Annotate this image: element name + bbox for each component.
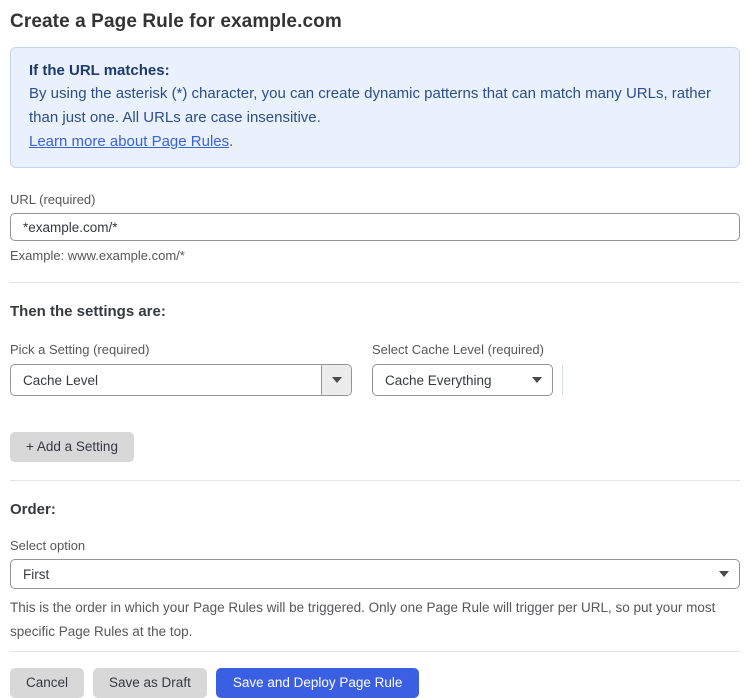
info-box-heading: If the URL matches:: [29, 62, 170, 79]
pick-setting-label: Pick a Setting (required): [10, 342, 150, 357]
divider: [10, 480, 740, 481]
add-setting-button[interactable]: + Add a Setting: [10, 432, 134, 462]
page-rule-form: Create a Page Rule for example.com If th…: [0, 0, 750, 698]
chevron-down-icon: [522, 365, 552, 395]
order-dropdown[interactable]: First: [10, 559, 740, 589]
settings-section-heading: Then the settings are:: [10, 303, 166, 320]
save-as-draft-button[interactable]: Save as Draft: [93, 668, 207, 698]
divider: [10, 282, 740, 283]
learn-more-link[interactable]: Learn more about Page Rules: [29, 133, 229, 150]
cancel-button[interactable]: Cancel: [10, 668, 85, 698]
cache-level-dropdown[interactable]: Cache Everything: [372, 364, 553, 396]
divider: [10, 651, 740, 652]
info-box-link-row: Learn more about Page Rules.: [29, 130, 721, 154]
chevron-down-icon: [709, 560, 739, 588]
save-and-deploy-button[interactable]: Save and Deploy Page Rule: [215, 668, 420, 698]
cache-level-value: Cache Everything: [385, 372, 492, 388]
chevron-down-icon: [331, 377, 342, 383]
url-helper-text: Example: www.example.com/*: [10, 248, 185, 263]
pick-setting-column: Pick a Setting (required) Cache Level: [10, 342, 352, 396]
vertical-divider: [562, 365, 563, 395]
pick-setting-dropdown[interactable]: Cache Level: [10, 364, 352, 396]
cache-level-column: Select Cache Level (required) Cache Ever…: [372, 342, 563, 396]
order-value: First: [23, 566, 50, 582]
settings-row: Pick a Setting (required) Cache Level Se…: [10, 342, 740, 396]
info-box-body: By using the asterisk (*) character, you…: [29, 85, 711, 126]
url-match-info-box: If the URL matches: By using the asteris…: [10, 47, 740, 168]
dropdown-arrow-section[interactable]: [321, 365, 351, 395]
url-input[interactable]: [10, 213, 740, 241]
page-title: Create a Page Rule for example.com: [10, 11, 342, 32]
order-select-label: Select option: [10, 538, 86, 553]
footer-actions: Cancel Save as Draft Save and Deploy Pag…: [10, 668, 740, 698]
url-field-label: URL (required): [10, 192, 96, 207]
cache-level-label: Select Cache Level (required): [372, 342, 544, 357]
order-section-heading: Order:: [10, 501, 56, 518]
pick-setting-value: Cache Level: [23, 372, 99, 388]
link-suffix: .: [229, 133, 234, 150]
cache-level-wrap: Cache Everything: [372, 357, 563, 396]
order-helper-text: This is the order in which your Page Rul…: [10, 600, 716, 639]
